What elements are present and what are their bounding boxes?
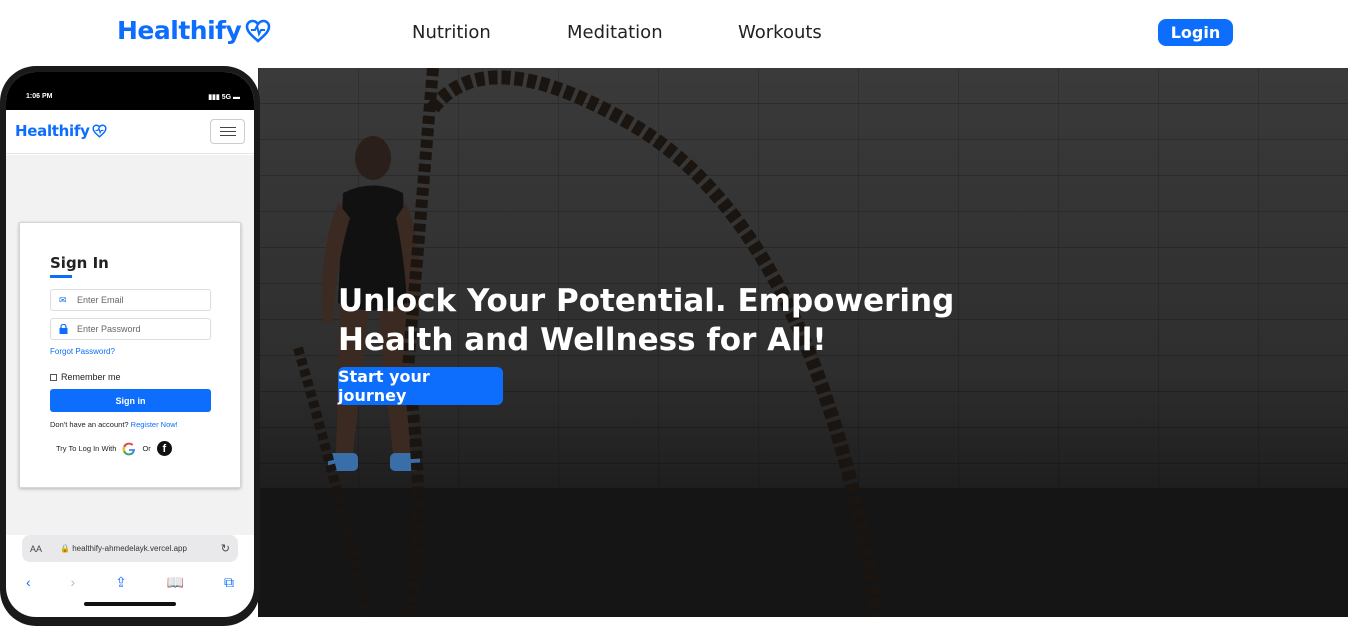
heart-pulse-icon [91, 124, 107, 138]
bookmarks-icon[interactable]: 📖 [167, 574, 184, 591]
google-icon[interactable] [122, 442, 136, 456]
password-placeholder: Enter Password [77, 324, 141, 334]
mobile-brand-logo[interactable]: Healthify [15, 122, 107, 140]
no-account-label: Don't have an account? [50, 420, 129, 429]
phone-status-bar: 1:06 PM ▮▮▮ 5G ▬ [6, 72, 254, 110]
remember-me[interactable]: Remember me [50, 372, 121, 382]
url-text: 🔒 healthify-ahmedelayk.vercel.app [60, 544, 187, 553]
email-placeholder: Enter Email [77, 295, 124, 305]
social-login-row: Try To Log In With Or f [56, 441, 172, 456]
brand-name: Healthify [117, 16, 242, 45]
nav-link-nutrition[interactable]: Nutrition [412, 22, 491, 43]
hero-title: Unlock Your Potential. Empowering Health… [338, 283, 955, 358]
lock-icon [59, 323, 69, 334]
remember-label: Remember me [61, 372, 121, 382]
share-icon[interactable]: ⇪ [115, 574, 127, 591]
phone-screen: 1:06 PM ▮▮▮ 5G ▬ Healthify Sign In ✉ Ent… [6, 72, 254, 617]
status-signal: ▮▮▮ 5G ▬ [208, 94, 240, 101]
facebook-icon[interactable]: f [156, 441, 172, 456]
browser-toolbar: ‹ › ⇪ 📖 ⧉ [6, 570, 254, 594]
signin-title: Sign In [50, 254, 109, 272]
nav-link-workouts[interactable]: Workouts [738, 22, 822, 43]
mobile-navbar: Healthify [6, 110, 254, 154]
reload-icon[interactable]: ↻ [221, 542, 230, 555]
signin-card: Sign In ✉ Enter Email Enter Password For… [19, 222, 241, 488]
forward-icon[interactable]: › [71, 574, 76, 590]
try-login-label: Try To Log In With [56, 444, 117, 453]
home-indicator [84, 602, 176, 606]
no-account-text: Don't have an account? Register Now! [50, 420, 178, 429]
tabs-icon[interactable]: ⧉ [224, 574, 234, 591]
forgot-password-link[interactable]: Forgot Password? [50, 347, 115, 356]
brand-logo[interactable]: Healthify [117, 16, 271, 45]
signin-button[interactable]: Sign in [50, 389, 211, 412]
login-button[interactable]: Login [1158, 19, 1233, 46]
nav-link-meditation[interactable]: Meditation [567, 22, 663, 43]
back-icon[interactable]: ‹ [26, 574, 31, 590]
top-navbar: Healthify Nutrition Meditation Workouts … [0, 0, 1348, 68]
status-signal-label: 5G [221, 94, 232, 101]
status-time: 1:06 PM [26, 93, 53, 100]
mail-icon: ✉ [59, 295, 67, 305]
mobile-brand-name: Healthify [15, 122, 90, 140]
browser-url-bar[interactable]: AA 🔒 healthify-ahmedelayk.vercel.app ↻ [22, 535, 238, 562]
menu-icon[interactable] [210, 119, 245, 144]
remember-checkbox[interactable] [50, 373, 57, 381]
text-size-button[interactable]: AA [30, 544, 42, 554]
or-label: Or [142, 444, 151, 453]
start-journey-button[interactable]: Start your journey [338, 367, 503, 405]
email-field[interactable]: ✉ Enter Email [50, 289, 211, 311]
password-field[interactable]: Enter Password [50, 318, 211, 340]
heart-pulse-icon [246, 19, 271, 43]
signin-title-underline [50, 275, 72, 278]
url-value: healthify-ahmedelayk.vercel.app [72, 544, 187, 553]
register-link[interactable]: Register Now! [131, 420, 178, 429]
phone-mockup: 1:06 PM ▮▮▮ 5G ▬ Healthify Sign In ✉ Ent… [0, 66, 260, 626]
hero-section: Unlock Your Potential. Empowering Health… [258, 68, 1348, 617]
